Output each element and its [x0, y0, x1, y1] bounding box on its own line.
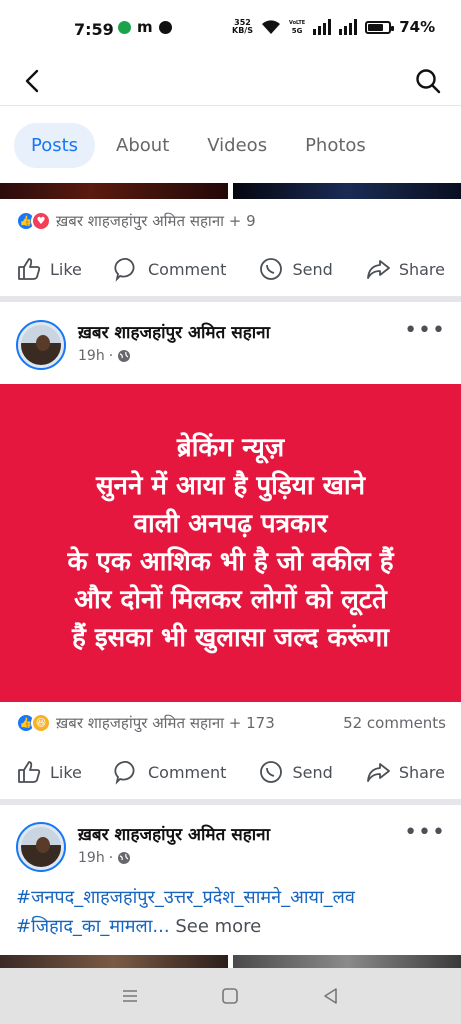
- post3-image-2[interactable]: [233, 955, 461, 968]
- battery-percent: 74%: [399, 18, 436, 36]
- search-button[interactable]: [413, 66, 443, 96]
- globe-icon: [118, 852, 131, 864]
- share-button[interactable]: Share: [365, 759, 445, 785]
- battery-fill: [368, 23, 384, 31]
- back-button[interactable]: [18, 66, 48, 96]
- status-bar: 7:59 m 352 KB/S VoLTE 5G 74%: [0, 0, 461, 60]
- whatsapp-status-icon: [158, 20, 172, 34]
- back-nav-button[interactable]: [319, 984, 343, 1008]
- back-arrow-icon: [25, 69, 39, 93]
- menu-icon: [123, 990, 138, 1002]
- signal-bars-2-icon: [339, 19, 358, 35]
- home-button[interactable]: [218, 984, 242, 1008]
- comment-button[interactable]: Comment: [114, 256, 226, 282]
- recent-apps-button[interactable]: [118, 984, 142, 1008]
- like-button[interactable]: Like: [16, 256, 82, 282]
- see-more-link[interactable]: See more: [170, 916, 261, 937]
- post2-reactions-text: ख़बर शाहजहांपुर अमित सहाना + 173: [56, 714, 275, 732]
- tab-posts[interactable]: Posts: [14, 122, 96, 168]
- post2-text: ब्रेकिंग न्यूज़ सुनने में आया है पुड़िया…: [67, 433, 394, 653]
- share-button[interactable]: Share: [365, 256, 445, 282]
- tab-photos[interactable]: Photos: [288, 123, 383, 168]
- more-options-button[interactable]: •••: [404, 820, 446, 845]
- comment-button[interactable]: Comment: [114, 759, 226, 785]
- network-speed: 352 KB/S: [232, 18, 253, 35]
- post3-header: ख़बर शाहजहांपुर अमित सहाना 19h · •••: [16, 820, 446, 876]
- tab-about[interactable]: About: [99, 123, 186, 168]
- share-icon: [366, 260, 390, 279]
- back-triangle-icon: [324, 988, 337, 1004]
- more-options-button[interactable]: •••: [404, 318, 446, 343]
- shield-status-icon: [118, 20, 131, 34]
- post2-actions: Like Comment Send Share: [0, 752, 461, 792]
- home-square-icon: [222, 988, 239, 1004]
- post-divider: [0, 296, 461, 302]
- post-divider: [0, 799, 461, 805]
- post3-images[interactable]: [0, 955, 461, 968]
- page-header: [0, 60, 461, 106]
- thumbs-up-icon: [18, 258, 41, 280]
- post2-text-post[interactable]: ब्रेकिंग न्यूज़ सुनने में आया है पुड़िया…: [0, 384, 461, 702]
- post3-author[interactable]: ख़बर शाहजहांपुर अमित सहाना: [78, 822, 270, 845]
- post2-author[interactable]: ख़बर शाहजहांपुर अमित सहाना: [78, 320, 270, 343]
- post2-meta: 19h ·: [78, 348, 131, 364]
- haha-reaction-icon: 😆: [31, 713, 51, 733]
- send-button[interactable]: Send: [258, 256, 333, 282]
- post1-actions: Like Comment Send Share: [0, 249, 461, 289]
- thumbs-up-icon: [18, 761, 41, 783]
- post3-meta: 19h ·: [78, 850, 131, 866]
- battery-icon: [365, 20, 395, 34]
- post1-reactions[interactable]: 👍 ♥ ख़बर शाहजहांपुर अमित सहाना + 9: [16, 211, 446, 231]
- whatsapp-send-icon: [260, 258, 283, 280]
- volte-indicator: VoLTE 5G: [288, 20, 306, 35]
- post3-caption[interactable]: #जनपद_शाहजहांपुर_उत्तर_प्रदेश_सामने_आया_…: [16, 883, 446, 941]
- search-icon: [416, 69, 441, 94]
- post1-images[interactable]: [0, 183, 461, 199]
- like-button[interactable]: Like: [16, 759, 82, 785]
- comment-icon: [114, 761, 135, 785]
- signal-bars-icon: [313, 19, 332, 35]
- post1-image-2[interactable]: [233, 183, 461, 199]
- post1-image-1[interactable]: [0, 183, 228, 199]
- status-time: 7:59: [74, 20, 114, 39]
- share-icon: [366, 763, 390, 782]
- post1-reactions-text: ख़बर शाहजहांपुर अमित सहाना + 9: [56, 212, 256, 230]
- post2-comments-count[interactable]: 52 comments: [343, 714, 446, 732]
- comment-icon: [114, 258, 135, 282]
- post3-image-1[interactable]: [0, 955, 228, 968]
- globe-icon: [118, 350, 131, 362]
- post2-reactions[interactable]: 👍 😆 ख़बर शाहजहांपुर अमित सहाना + 173 52 …: [16, 713, 446, 733]
- tab-videos[interactable]: Videos: [190, 123, 284, 168]
- post2-header: ख़बर शाहजहांपुर अमित सहाना 19h · •••: [16, 318, 446, 374]
- messenger-status-icon: m: [137, 18, 153, 36]
- avatar[interactable]: [16, 320, 66, 370]
- whatsapp-send-icon: [260, 761, 283, 783]
- send-button[interactable]: Send: [258, 759, 333, 785]
- profile-tabs: Posts About Videos Photos: [14, 120, 383, 170]
- avatar[interactable]: [16, 822, 66, 872]
- wifi-icon: [261, 20, 280, 34]
- system-nav-bar: [0, 968, 461, 1024]
- love-reaction-icon: ♥: [31, 211, 51, 231]
